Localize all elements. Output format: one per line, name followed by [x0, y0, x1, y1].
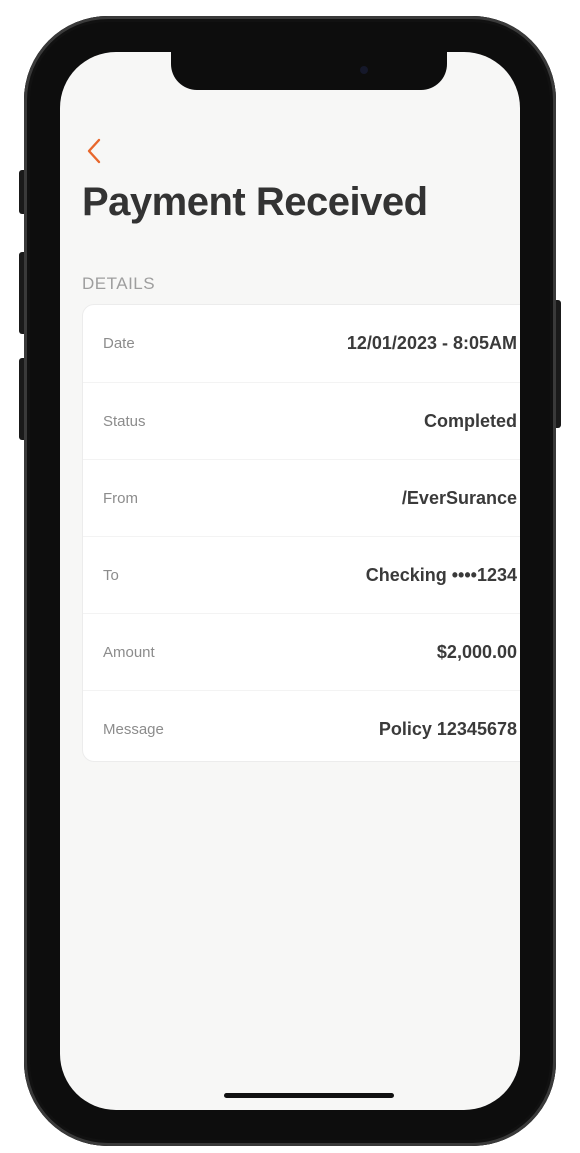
detail-label: Amount	[103, 643, 155, 661]
detail-row-amount: Amount $2,000.00	[83, 613, 520, 690]
back-button[interactable]	[82, 136, 106, 166]
detail-value: 12/01/2023 - 8:05AM	[346, 333, 517, 353]
page-title: Payment Received	[82, 180, 428, 224]
detail-value: $2,000.00	[436, 641, 517, 662]
detail-value: Checking ••••1234	[365, 564, 517, 585]
detail-label: Date	[103, 335, 135, 352]
detail-value: Completed	[423, 410, 517, 431]
detail-label: To	[103, 566, 119, 584]
detail-value: Policy 12345678	[378, 718, 517, 739]
section-label-details: DETAILS	[82, 274, 156, 293]
detail-row-from: From /EverSurance	[83, 459, 520, 536]
camera-icon	[360, 66, 368, 74]
chevron-left-icon	[87, 138, 101, 164]
detail-label: Status	[103, 412, 146, 430]
phone-frame: Payment Received DETAILS Date 12/01/2023…	[24, 16, 556, 1146]
detail-row-to: To Checking ••••1234	[83, 536, 520, 613]
detail-row-date: Date 12/01/2023 - 8:05AM	[83, 305, 520, 382]
home-indicator[interactable]	[224, 1093, 394, 1098]
detail-label: Message	[103, 720, 164, 738]
notch	[171, 52, 447, 90]
device-mockup: Payment Received DETAILS Date 12/01/2023…	[0, 0, 580, 1153]
detail-row-message: Message Policy 12345678	[83, 690, 520, 767]
details-card: Date 12/01/2023 - 8:05AM Status Complete…	[82, 304, 520, 762]
detail-row-status: Status Completed	[83, 382, 520, 459]
detail-label: From	[103, 489, 138, 507]
detail-value: /EverSurance	[401, 487, 517, 508]
screen: Payment Received DETAILS Date 12/01/2023…	[60, 52, 520, 1110]
